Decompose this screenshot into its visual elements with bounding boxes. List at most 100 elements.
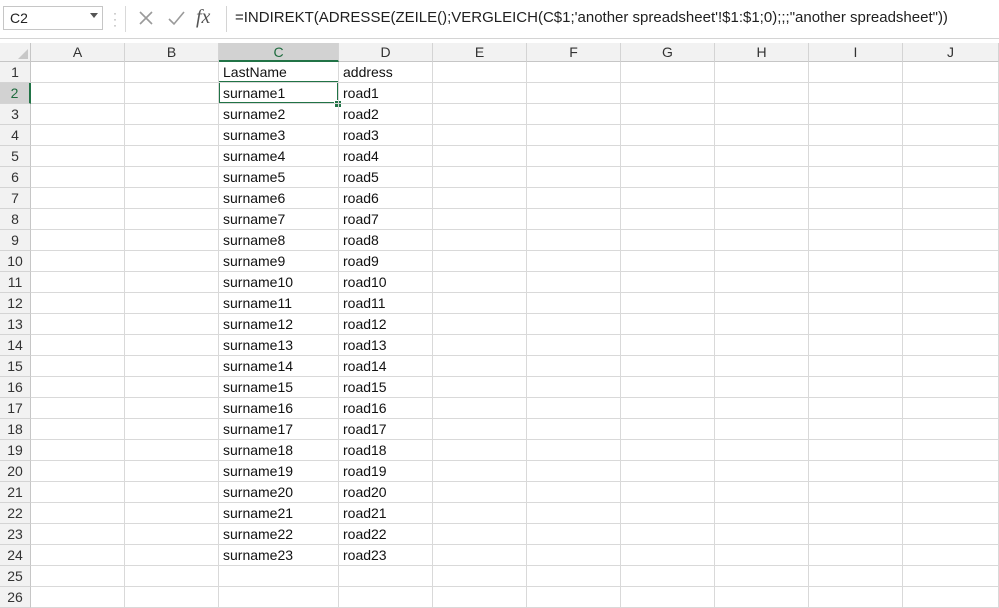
row-header-14[interactable]: 14 — [0, 335, 31, 356]
row-header-23[interactable]: 23 — [0, 524, 31, 545]
row-header-6[interactable]: 6 — [0, 167, 31, 188]
row-header-11[interactable]: 11 — [0, 272, 31, 293]
cell-d10[interactable]: road9 — [340, 251, 379, 272]
column-header-e[interactable]: E — [433, 43, 527, 62]
row-header-3[interactable]: 3 — [0, 104, 31, 125]
row-header-12[interactable]: 12 — [0, 293, 31, 314]
cell-c19[interactable]: surname18 — [220, 440, 293, 461]
cell-d9[interactable]: road8 — [340, 230, 379, 251]
cell-d12[interactable]: road11 — [340, 293, 386, 314]
cell-c1[interactable]: LastName — [220, 62, 287, 83]
cell-c9[interactable]: surname8 — [220, 230, 285, 251]
row-header-21[interactable]: 21 — [0, 482, 31, 503]
gridline-horizontal — [31, 313, 999, 314]
cell-d24[interactable]: road23 — [340, 545, 387, 566]
column-header-f[interactable]: F — [527, 43, 621, 62]
cell-d15[interactable]: road14 — [340, 356, 387, 377]
cell-d19[interactable]: road18 — [340, 440, 387, 461]
cell-c16[interactable]: surname15 — [220, 377, 293, 398]
gridline-horizontal — [31, 250, 999, 251]
column-header-g[interactable]: G — [621, 43, 715, 62]
cell-c14[interactable]: surname13 — [220, 335, 293, 356]
cell-d20[interactable]: road19 — [340, 461, 387, 482]
row-header-7[interactable]: 7 — [0, 188, 31, 209]
cell-d17[interactable]: road16 — [340, 398, 387, 419]
column-header-c[interactable]: C — [219, 43, 339, 62]
cell-c24[interactable]: surname23 — [220, 545, 293, 566]
cell-d5[interactable]: road4 — [340, 146, 379, 167]
chevron-down-icon[interactable] — [90, 13, 98, 18]
cell-d23[interactable]: road22 — [340, 524, 387, 545]
column-header-d[interactable]: D — [339, 43, 433, 62]
cell-c10[interactable]: surname9 — [220, 251, 285, 272]
row-header-4[interactable]: 4 — [0, 125, 31, 146]
cell-c20[interactable]: surname19 — [220, 461, 293, 482]
cancel-icon[interactable] — [135, 7, 157, 29]
column-header-b[interactable]: B — [125, 43, 219, 62]
row-header-16[interactable]: 16 — [0, 377, 31, 398]
drag-handle-icon[interactable]: · · · — [113, 7, 117, 31]
cell-c7[interactable]: surname6 — [220, 188, 285, 209]
cell-c8[interactable]: surname7 — [220, 209, 285, 230]
cell-c15[interactable]: surname14 — [220, 356, 293, 377]
row-header-25[interactable]: 25 — [0, 566, 31, 587]
gridline-horizontal — [31, 229, 999, 230]
row-header-5[interactable]: 5 — [0, 146, 31, 167]
row-header-18[interactable]: 18 — [0, 419, 31, 440]
column-header-h[interactable]: H — [715, 43, 809, 62]
cell-d16[interactable]: road15 — [340, 377, 387, 398]
cell-d4[interactable]: road3 — [340, 125, 379, 146]
row-header-8[interactable]: 8 — [0, 209, 31, 230]
cell-c23[interactable]: surname22 — [220, 524, 293, 545]
cell-d8[interactable]: road7 — [340, 209, 379, 230]
formula-text: =INDIREKT(ADRESSE(ZEILE();VERGLEICH(C$1;… — [235, 9, 948, 26]
row-header-19[interactable]: 19 — [0, 440, 31, 461]
gridline-horizontal — [31, 271, 999, 272]
cell-d6[interactable]: road5 — [340, 167, 379, 188]
cell-c13[interactable]: surname12 — [220, 314, 293, 335]
column-header-i[interactable]: I — [809, 43, 903, 62]
cell-c12[interactable]: surname11 — [220, 293, 292, 314]
cell-grid[interactable]: LastName surname1 surname2 surname3 surname4… — [31, 62, 999, 608]
cell-c3[interactable]: surname2 — [220, 104, 285, 125]
cell-d7[interactable]: road6 — [340, 188, 379, 209]
row-header-15[interactable]: 15 — [0, 356, 31, 377]
select-all-button[interactable] — [0, 43, 31, 62]
row-header-24[interactable]: 24 — [0, 545, 31, 566]
enter-icon[interactable] — [165, 7, 187, 29]
gridline-horizontal — [31, 523, 999, 524]
cell-c4[interactable]: surname3 — [220, 125, 285, 146]
cell-d11[interactable]: road10 — [340, 272, 387, 293]
cell-c17[interactable]: surname16 — [220, 398, 293, 419]
cell-c2[interactable]: surname1 — [220, 83, 285, 104]
cell-d14[interactable]: road13 — [340, 335, 387, 356]
cell-d1[interactable]: address — [340, 62, 393, 83]
column-header-a[interactable]: A — [31, 43, 125, 62]
cell-d3[interactable]: road2 — [340, 104, 379, 125]
row-header-9[interactable]: 9 — [0, 230, 31, 251]
cell-c18[interactable]: surname17 — [220, 419, 293, 440]
column-header-j[interactable]: J — [903, 43, 999, 62]
insert-function-icon[interactable]: fx — [196, 6, 210, 28]
cell-d21[interactable]: road20 — [340, 482, 387, 503]
name-box[interactable]: C2 — [3, 6, 103, 30]
formula-input[interactable]: =INDIREKT(ADRESSE(ZEILE();VERGLEICH(C$1;… — [226, 6, 996, 32]
row-header-22[interactable]: 22 — [0, 503, 31, 524]
cell-d2[interactable]: road1 — [340, 83, 379, 104]
cell-d18[interactable]: road17 — [340, 419, 387, 440]
cell-d22[interactable]: road21 — [340, 503, 387, 524]
cell-d13[interactable]: road12 — [340, 314, 387, 335]
gridline-horizontal — [31, 502, 999, 503]
row-header-10[interactable]: 10 — [0, 251, 31, 272]
row-header-20[interactable]: 20 — [0, 461, 31, 482]
row-header-2[interactable]: 2 — [0, 83, 31, 104]
cell-c21[interactable]: surname20 — [220, 482, 293, 503]
row-header-1[interactable]: 1 — [0, 62, 31, 83]
row-header-17[interactable]: 17 — [0, 398, 31, 419]
cell-c5[interactable]: surname4 — [220, 146, 285, 167]
cell-c22[interactable]: surname21 — [220, 503, 293, 524]
row-header-26[interactable]: 26 — [0, 587, 31, 608]
cell-c6[interactable]: surname5 — [220, 167, 285, 188]
cell-c11[interactable]: surname10 — [220, 272, 293, 293]
row-header-13[interactable]: 13 — [0, 314, 31, 335]
